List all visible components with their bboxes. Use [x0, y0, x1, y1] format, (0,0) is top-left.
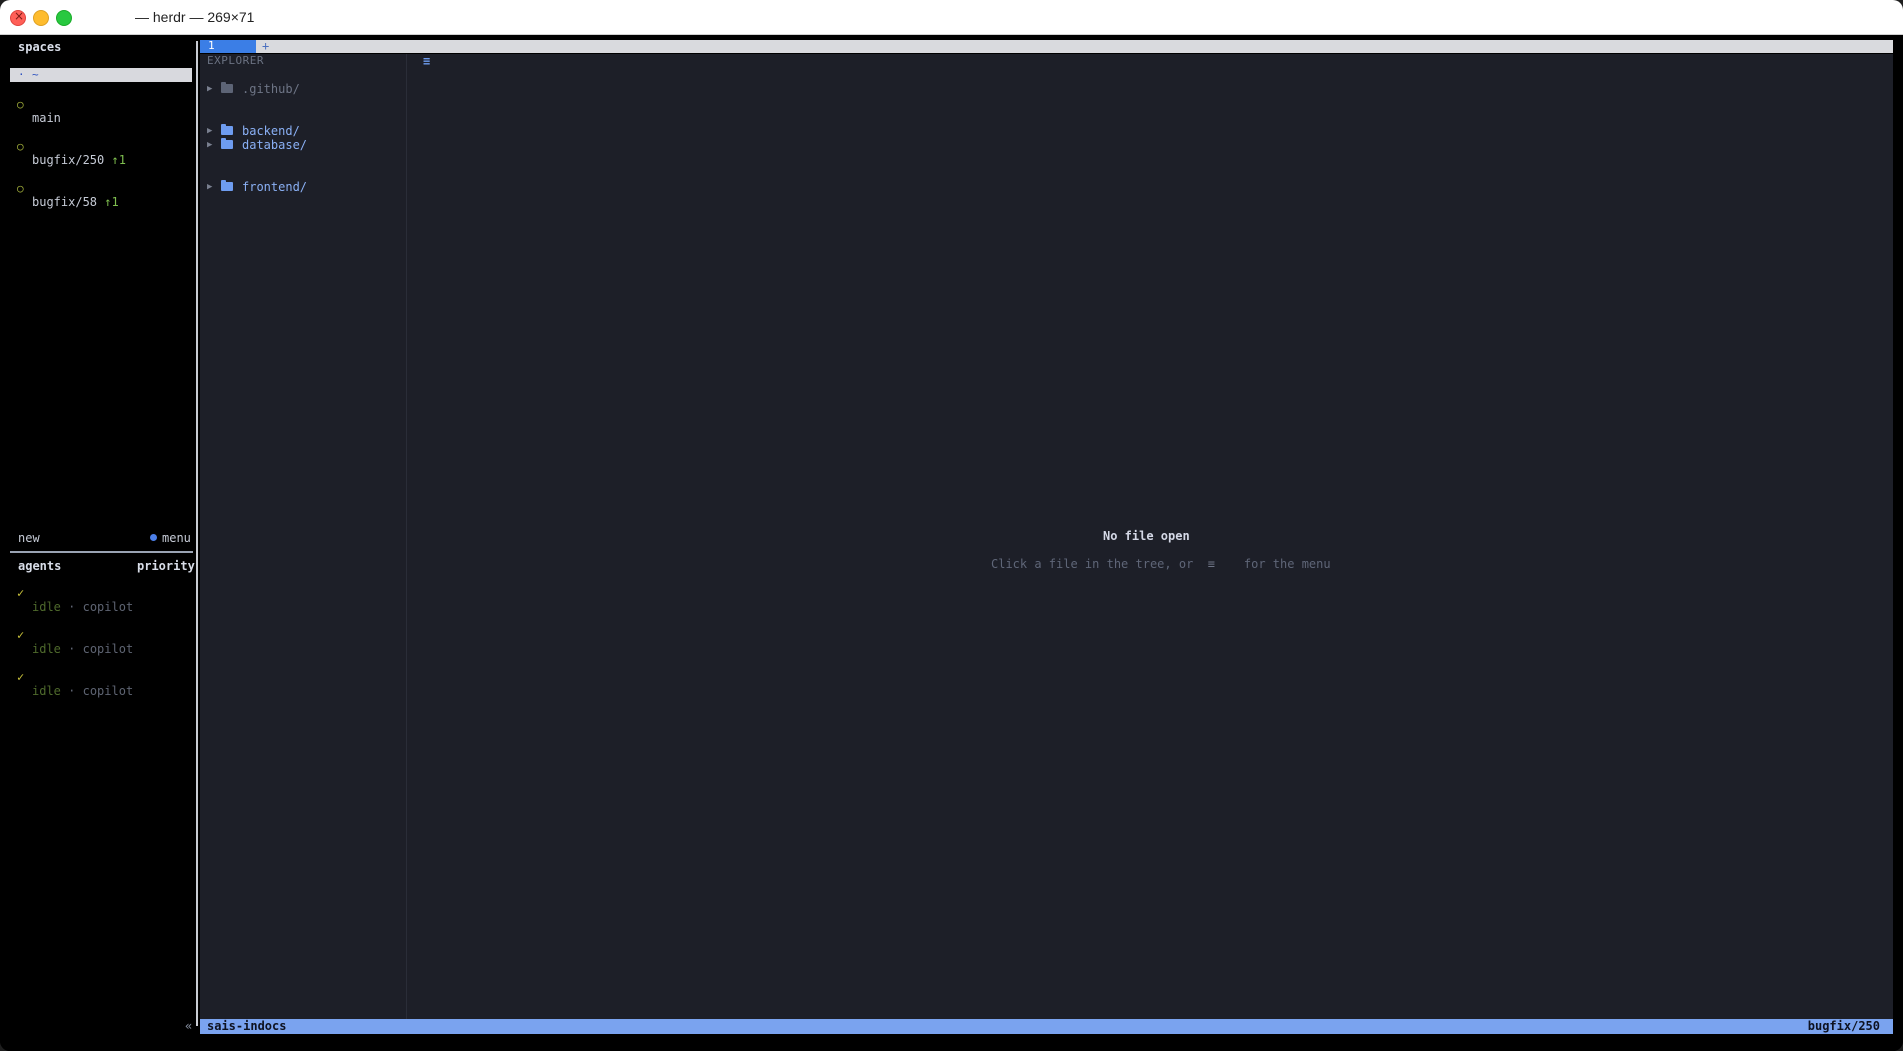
spaces-heading: spaces: [18, 40, 62, 54]
folder-icon: [221, 138, 233, 149]
hint-suffix: for the menu: [1243, 557, 1331, 571]
tab-1[interactable]: 1: [200, 39, 256, 53]
add-tab-button[interactable]: +: [262, 39, 269, 53]
expand-arrow-icon: ▶: [207, 84, 213, 94]
priority-sort-toggle[interactable]: priority: [137, 559, 195, 573]
status-bar: [200, 1019, 1893, 1034]
expand-arrow-icon: ▶: [207, 126, 213, 136]
menu-dot-icon: [150, 534, 157, 541]
folder-icon: [221, 180, 233, 191]
folder-name: database/: [242, 138, 308, 152]
close-window-button[interactable]: [10, 9, 26, 26]
check-icon: ✓: [17, 586, 25, 600]
collapse-sidebar-icon[interactable]: «: [185, 1019, 192, 1033]
tab-label: 1: [208, 39, 215, 52]
status-workspace-name: sais-indocs: [207, 1019, 287, 1033]
hint-prefix: Click a file in the tree, or: [991, 557, 1194, 571]
folder-icon: [221, 124, 233, 135]
check-icon: ✓: [17, 628, 25, 642]
minimize-window-button[interactable]: [33, 10, 49, 26]
ahead-count: ↑1: [104, 195, 119, 209]
agent-separator: ·: [68, 600, 76, 614]
workspace-name: bugfix/58: [32, 195, 98, 209]
folder-icon: [221, 82, 233, 93]
agent-state: idle: [32, 600, 61, 614]
hamburger-menu-icon[interactable]: ≡: [423, 54, 430, 68]
status-branch-name: bugfix/250: [1807, 1019, 1880, 1033]
explorer-panel: [200, 54, 407, 1019]
agent-tool: copilot: [82, 642, 134, 656]
agent-state: idle: [32, 684, 61, 698]
selected-space-name: ~: [32, 68, 39, 81]
workspace-status-icon: ○: [17, 98, 24, 111]
menu-button[interactable]: menu: [150, 531, 191, 545]
sidebar-divider: [10, 551, 193, 553]
workspace-status-icon: ○: [17, 182, 24, 195]
check-icon: ✓: [17, 670, 25, 684]
tab-bar: [200, 40, 1893, 53]
zoom-window-button[interactable]: [56, 10, 72, 26]
workspace-name: main: [32, 111, 61, 125]
folder-name: frontend/: [242, 180, 308, 194]
menu-key-icon: ≡: [1207, 557, 1215, 571]
empty-editor-title: No file open: [1103, 529, 1190, 543]
expand-arrow-icon: ▶: [207, 140, 213, 150]
agent-separator: ·: [68, 642, 76, 656]
folder-name: backend/: [242, 124, 300, 138]
explorer-title: EXPLORER: [207, 54, 264, 67]
selected-space-marker: ·: [18, 68, 25, 81]
new-space-button[interactable]: new: [18, 531, 40, 545]
workspace-status-icon: ○: [17, 140, 24, 153]
agent-tool: copilot: [82, 600, 134, 614]
folder-name: .github/: [242, 82, 300, 96]
selected-space-row[interactable]: · ~: [10, 68, 192, 82]
window-title: — herdr — 269×71: [135, 9, 255, 25]
empty-editor-hint: Click a file in the tree, or ≡ for the m…: [991, 557, 1331, 571]
title-bar: — herdr — 269×71: [0, 0, 1903, 35]
app-window: — herdr — 269×71 spaces · ~ ○ main ○ bug…: [0, 0, 1903, 1051]
menu-label: menu: [162, 531, 191, 545]
expand-arrow-icon: ▶: [207, 182, 213, 192]
agent-state: idle: [32, 642, 61, 656]
ahead-count: ↑1: [111, 153, 126, 167]
agent-tool: copilot: [82, 684, 134, 698]
pane-separator[interactable]: [196, 41, 198, 1026]
agent-separator: ·: [68, 684, 76, 698]
workspace-name: bugfix/250: [32, 153, 105, 167]
agents-heading: agents: [18, 559, 62, 573]
